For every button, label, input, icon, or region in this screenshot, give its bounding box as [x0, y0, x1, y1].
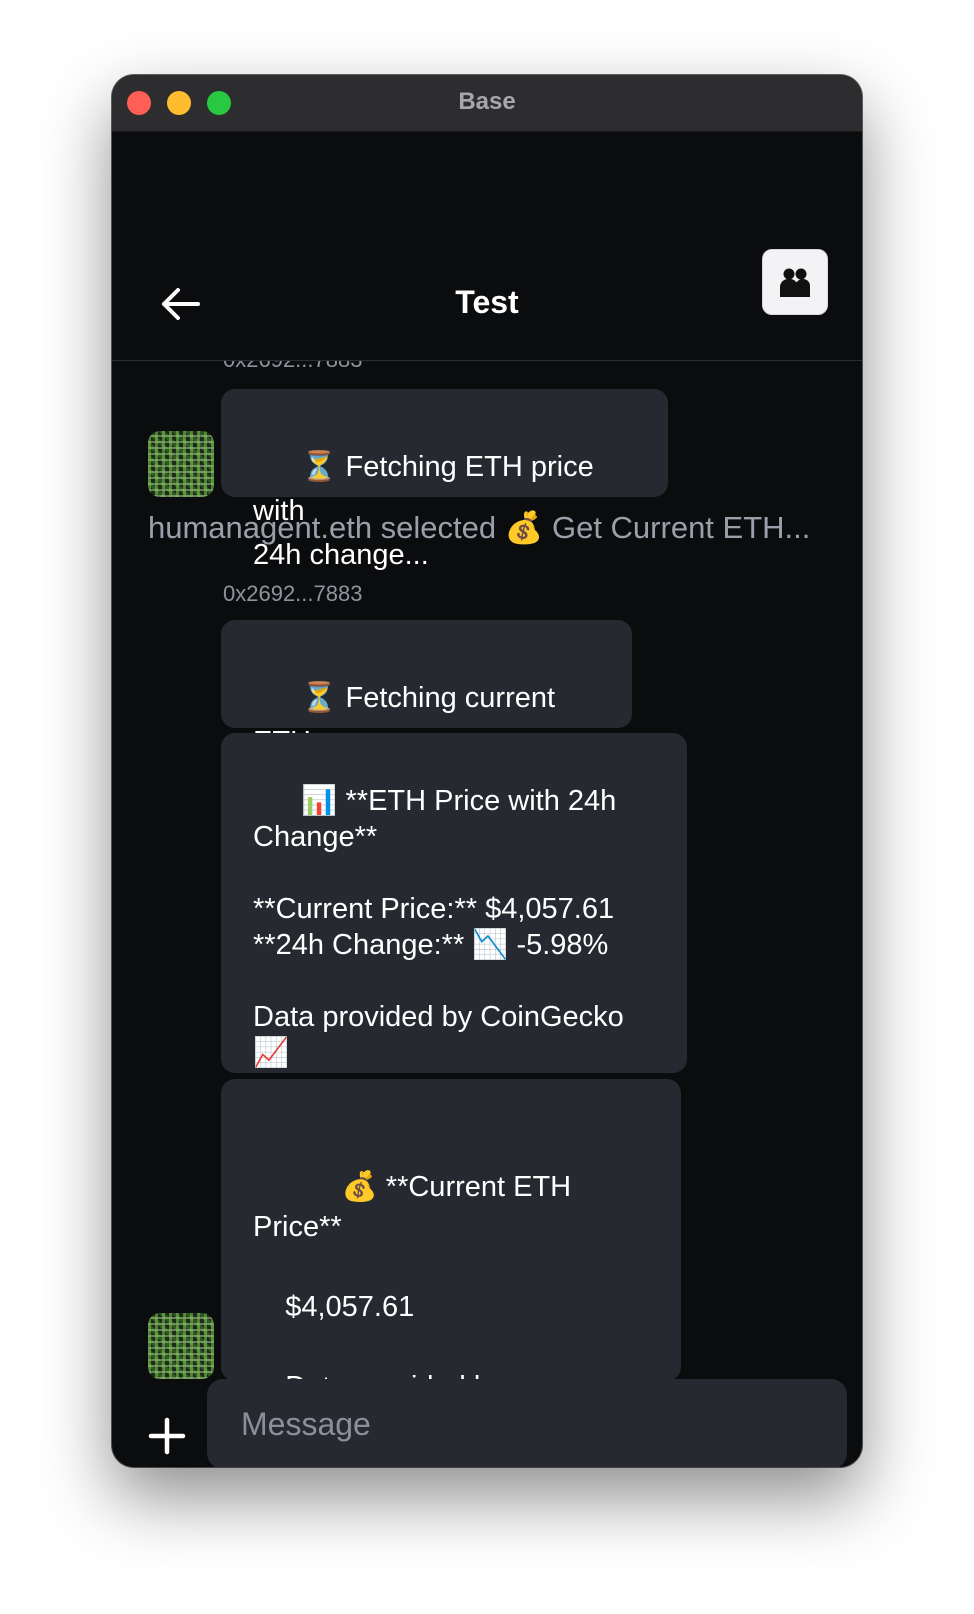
users-icon	[780, 268, 810, 297]
window-title: Base	[458, 88, 516, 115]
add-attachment-button[interactable]	[145, 1414, 189, 1458]
message-bubble: 📊 **ETH Price with 24h Change** **Curren…	[221, 733, 687, 1073]
message-bubble: ⏳ Fetching current ETH price...	[221, 620, 632, 802]
message-bubble: 💰 **Current ETH Price** $4,057.61 Data p…	[221, 1079, 681, 1421]
conversation-title: Test	[455, 284, 519, 320]
sender-address: 0x2692...7883	[223, 581, 363, 606]
avatar	[148, 431, 214, 497]
message-list[interactable]: 0x2692...7883 ⏳ Fetching ETH price with …	[112, 361, 862, 1421]
plus-icon	[148, 1417, 186, 1455]
conversation-header: Test	[112, 132, 862, 361]
composer	[112, 1379, 862, 1467]
message-bubble: ⏳ Fetching ETH price with 24h change...	[221, 389, 668, 571]
message-input[interactable]	[207, 1379, 847, 1467]
message-text: 📊 **ETH Price with 24h Change** **Curren…	[253, 785, 624, 1069]
avatar	[148, 1313, 214, 1379]
system-message: humanagent.eth selected 💰 Get Current ET…	[148, 510, 811, 545]
sender-address: 0x2692...7883	[223, 361, 362, 373]
title-bar: Base	[112, 75, 862, 132]
app-window: Base Test 0x2692...7883 ⏳ Fetching ETH p…	[112, 75, 862, 1467]
members-button[interactable]	[762, 249, 828, 315]
